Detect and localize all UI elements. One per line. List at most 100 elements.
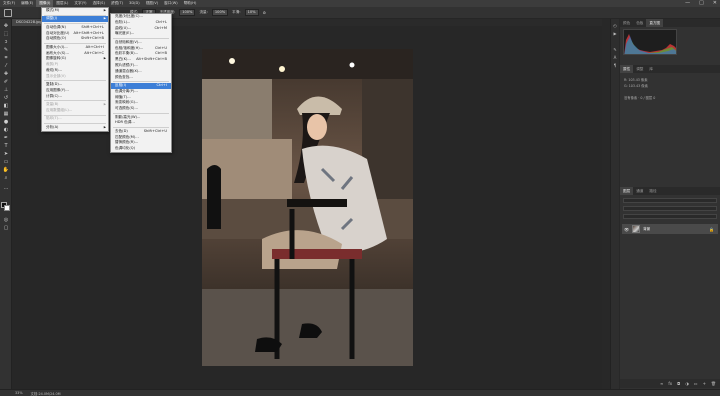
adjust-menu-item[interactable]: HDR 色调...: [111, 120, 171, 126]
image-menu-item-label: 模式(M): [46, 8, 60, 12]
menu-edit[interactable]: 编辑(E): [18, 0, 36, 7]
minimize-button[interactable]: —: [685, 0, 690, 7]
quick-mask-icon[interactable]: ◎: [2, 217, 10, 223]
tab-swatches[interactable]: 色板: [633, 19, 646, 27]
path-select-icon[interactable]: ➤: [2, 151, 10, 157]
folder-icon[interactable]: ▭: [694, 381, 698, 386]
adjust-menu-item-label: 阴影/高光(W)...: [115, 114, 141, 119]
layer-row[interactable]: 👁 背景 🔒: [622, 224, 718, 234]
adjustment-layer-icon[interactable]: ◑: [685, 381, 689, 386]
flow-field[interactable]: 100%: [211, 9, 229, 16]
eyedropper-tool-icon[interactable]: ⁄: [2, 63, 10, 69]
histogram-chart: [624, 34, 676, 54]
type-tool-icon[interactable]: T: [2, 143, 10, 149]
layer-thumbnail: [632, 225, 641, 233]
window-controls: — □ ✕: [685, 0, 717, 7]
smoothing-field[interactable]: 10%: [244, 9, 259, 16]
adjust-menu-item-label: 可选颜色(S)...: [115, 106, 138, 111]
fx-icon[interactable]: fx: [668, 381, 672, 386]
image-menu-item[interactable]: 模式(M) ▶: [42, 8, 108, 14]
stamp-tool-icon[interactable]: ⊥: [2, 87, 10, 93]
screen-mode-icon[interactable]: ▢: [2, 225, 10, 231]
adjust-menu-item-label: 阈值(T)...: [115, 94, 131, 99]
menu-view[interactable]: 视图(V): [143, 0, 161, 7]
blend-mode-bar[interactable]: [623, 206, 717, 211]
layer-name[interactable]: 背景: [643, 227, 650, 232]
tab-channels[interactable]: 通道: [633, 187, 646, 195]
eye-icon[interactable]: 👁: [624, 227, 629, 232]
zoom-level[interactable]: 33%: [15, 391, 23, 395]
adjust-menu-item[interactable]: 可选颜色(S)...: [111, 106, 171, 112]
menu-select[interactable]: 选择(S): [90, 0, 108, 7]
layer-filter-bar[interactable]: [623, 198, 717, 203]
tab-layers[interactable]: 图层: [620, 187, 634, 195]
hand-tool-icon[interactable]: ✋: [2, 167, 10, 173]
adjust-menu-item[interactable]: 颜色查找...: [111, 75, 171, 81]
dodge-tool-icon[interactable]: ◐: [2, 127, 10, 133]
photo-canvas[interactable]: [202, 49, 413, 366]
link-icon[interactable]: ∞: [660, 381, 663, 386]
image-menu-item-label: 自动色调(N): [46, 24, 66, 29]
menu-help[interactable]: 帮助(H): [181, 0, 200, 7]
close-button[interactable]: ✕: [713, 0, 717, 7]
adjust-menu-item[interactable]: 色调均化(Q): [111, 146, 171, 152]
histogram-graph: [623, 29, 677, 55]
image-menu-item[interactable]: 陷印(T)...: [42, 116, 108, 122]
adjust-menu-item-label: 颜色查找...: [115, 74, 133, 79]
lock-options-bar[interactable]: [623, 214, 717, 219]
history-brush-icon[interactable]: ↺: [2, 95, 10, 101]
menu-filter[interactable]: 滤镜(T): [108, 0, 126, 7]
opacity-field[interactable]: 100%: [179, 9, 196, 16]
trash-icon[interactable]: 🗑: [711, 381, 716, 386]
background-color-swatch[interactable]: [4, 205, 10, 211]
quick-select-tool-icon[interactable]: ✎: [2, 47, 10, 53]
image-menu-item[interactable]: 计算(C)...: [42, 94, 108, 100]
healing-tool-icon[interactable]: ✚: [2, 71, 10, 77]
gear-icon[interactable]: ⚙: [263, 11, 266, 15]
tab-libraries[interactable]: 库: [646, 65, 656, 73]
tab-properties[interactable]: 属性: [620, 65, 634, 73]
tab-adjustments[interactable]: 调整: [633, 65, 646, 73]
tab-color[interactable]: 颜色: [620, 19, 633, 27]
menu-window[interactable]: 窗口(W): [161, 0, 181, 7]
menu-image[interactable]: 图像(I): [36, 0, 54, 7]
gradient-tool-icon[interactable]: ▦: [2, 111, 10, 117]
image-menu-item[interactable]: 显示全部(V): [42, 74, 108, 80]
crop-tool-icon[interactable]: ⌗: [2, 55, 10, 61]
move-tool-icon[interactable]: ✥: [2, 23, 10, 29]
history-icon[interactable]: ◴: [612, 23, 618, 28]
more-tools-icon[interactable]: …: [2, 185, 10, 191]
paragraph-icon[interactable]: ¶: [612, 63, 618, 68]
image-menu-item-label: 变量(B): [46, 102, 59, 107]
adjustments-submenu: 亮度/对比度(C)... 色阶(L)... Ctrl+L 曲线(U)... Ctrl+M…: [110, 13, 172, 153]
tab-paths[interactable]: 路径: [646, 187, 659, 195]
image-menu-item[interactable]: 自动颜色(O) Shift+Ctrl+B: [42, 36, 108, 42]
menu-file[interactable]: 文件(F): [0, 0, 18, 7]
mask-icon[interactable]: ◘: [677, 381, 680, 386]
brush-settings-icon[interactable]: ✎: [612, 47, 618, 52]
eraser-tool-icon[interactable]: ◧: [2, 103, 10, 109]
tab-histogram[interactable]: 直方图: [646, 19, 664, 27]
adjust-menu-item[interactable]: 曝光度(E)...: [111, 31, 171, 37]
panel-icon-strip: ◴ ▶ ✎ A ¶: [610, 19, 619, 389]
zoom-tool-icon[interactable]: ⌕: [2, 175, 10, 181]
shape-tool-icon[interactable]: ▭: [2, 159, 10, 165]
menu-type[interactable]: 文字(Y): [71, 0, 89, 7]
maximize-button[interactable]: □: [699, 0, 704, 7]
menu-3d[interactable]: 3D(D): [126, 0, 143, 7]
brush-tool-side-icon[interactable]: ✐: [2, 79, 10, 85]
character-icon[interactable]: A: [612, 55, 618, 60]
image-menu-item[interactable]: 调整(J) ▶: [42, 16, 108, 23]
pen-tool-icon[interactable]: ✒: [2, 135, 10, 141]
marquee-tool-icon[interactable]: ⬚: [2, 31, 10, 37]
image-menu-item[interactable]: 应用数据组(L)...: [42, 108, 108, 114]
menu-layer[interactable]: 图层(L): [53, 0, 71, 7]
image-menu-item[interactable]: 分析(A) ▶: [42, 125, 108, 131]
image-menu-item-label: 画布大小(S)...: [46, 50, 69, 55]
lasso-tool-icon[interactable]: ↄ: [2, 39, 10, 45]
actions-icon[interactable]: ▶: [612, 31, 618, 36]
new-layer-icon[interactable]: +: [703, 381, 706, 386]
adjust-menu-item-label: 反相(I): [115, 82, 127, 87]
brush-tool-icon[interactable]: [4, 8, 12, 17]
blur-tool-icon[interactable]: ●: [2, 119, 10, 125]
